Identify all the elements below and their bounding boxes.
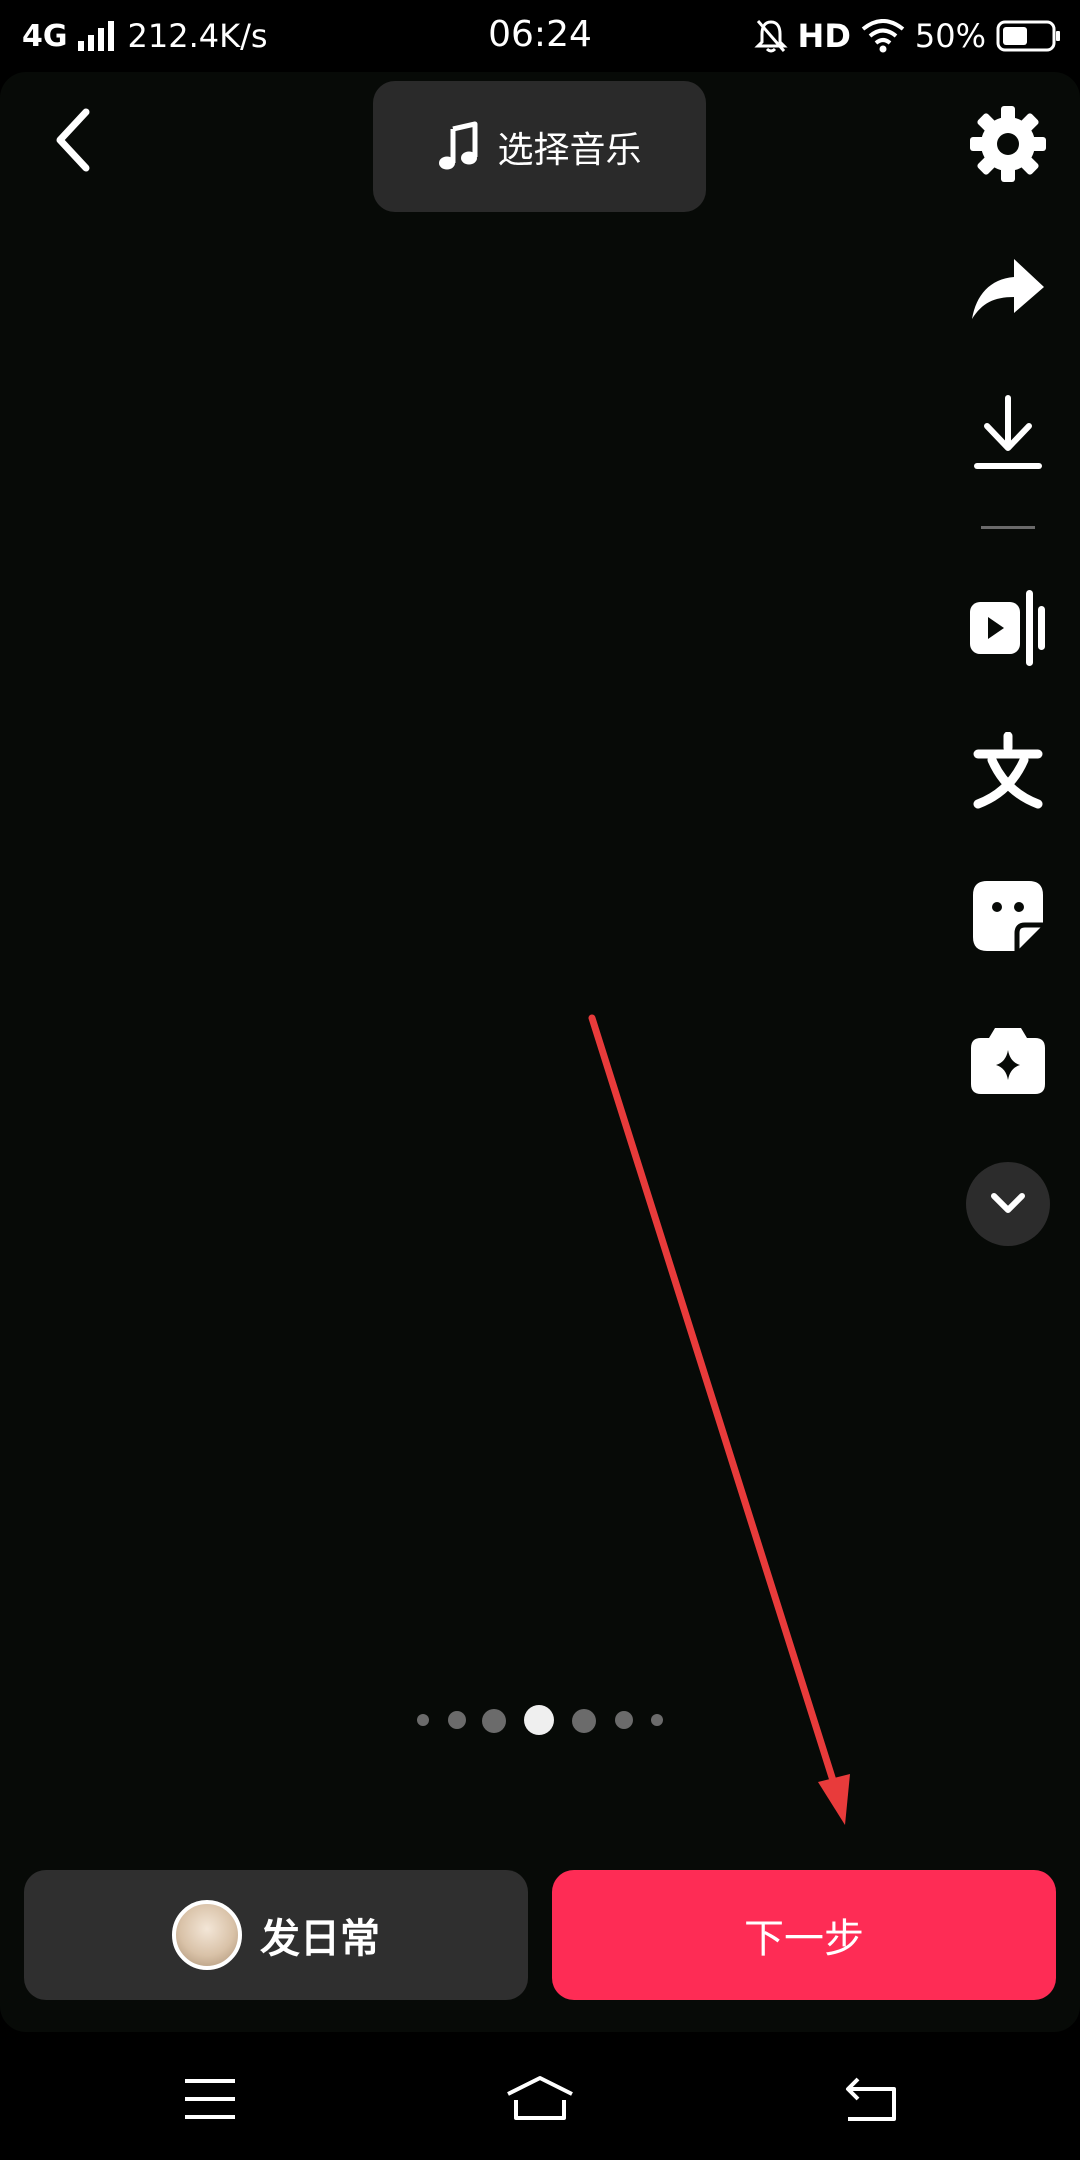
clip-icon — [970, 590, 1045, 666]
return-icon — [846, 2077, 896, 2121]
settings-button[interactable] — [966, 102, 1050, 186]
battery-percent: 50% — [914, 17, 986, 55]
back-button[interactable] — [44, 100, 108, 180]
status-right: HD 50% — [753, 12, 1062, 60]
choose-music-label: 选择音乐 — [497, 129, 642, 171]
gear-icon — [970, 106, 1046, 182]
menu-icon — [185, 2079, 235, 2119]
clip-button[interactable] — [966, 586, 1050, 670]
back-nav-button[interactable] — [830, 2064, 910, 2134]
text-icon — [973, 732, 1043, 809]
chevron-down-icon — [991, 1193, 1025, 1213]
page-dot[interactable] — [417, 1714, 429, 1726]
rail-divider — [981, 526, 1035, 529]
page-dot-active[interactable] — [524, 1705, 554, 1735]
status-bar: 4G 212.4K/s 06:24 HD 50% — [0, 0, 1080, 72]
system-nav-bar — [0, 2040, 1080, 2160]
page-dot[interactable] — [572, 1709, 596, 1733]
download-icon — [974, 395, 1042, 469]
sticker-button[interactable] — [966, 874, 1050, 958]
page-indicator — [0, 1700, 1080, 1740]
recent-apps-button[interactable] — [170, 2064, 250, 2134]
page-dot[interactable] — [448, 1711, 466, 1729]
wifi-icon — [861, 19, 905, 53]
next-step-button[interactable]: 下一步 — [552, 1870, 1056, 2000]
home-button[interactable] — [500, 2064, 580, 2134]
home-icon — [507, 2076, 573, 2120]
more-tools-button[interactable] — [966, 1162, 1050, 1246]
page-dot[interactable] — [615, 1711, 633, 1729]
post-daily-button[interactable]: 发日常 — [24, 1870, 528, 2000]
post-daily-label: 发日常 — [260, 1916, 380, 1962]
sticker-icon — [973, 881, 1043, 951]
chevron-left-icon — [56, 108, 90, 172]
battery-icon — [996, 20, 1060, 52]
download-button[interactable] — [966, 392, 1050, 476]
next-step-label: 下一步 — [744, 1916, 864, 1962]
page-dot[interactable] — [482, 1709, 506, 1733]
mute-bell-icon — [753, 20, 788, 53]
share-icon — [972, 259, 1044, 319]
text-button[interactable] — [966, 730, 1050, 814]
effects-icon — [971, 1028, 1045, 1094]
page-dot[interactable] — [651, 1714, 663, 1726]
music-note-icon — [439, 121, 478, 169]
choose-music-button[interactable]: 选择音乐 — [373, 81, 706, 212]
avatar — [172, 1900, 242, 1970]
hd-indicator: HD — [797, 17, 851, 55]
share-button[interactable] — [966, 248, 1050, 332]
effects-button[interactable] — [966, 1018, 1050, 1102]
